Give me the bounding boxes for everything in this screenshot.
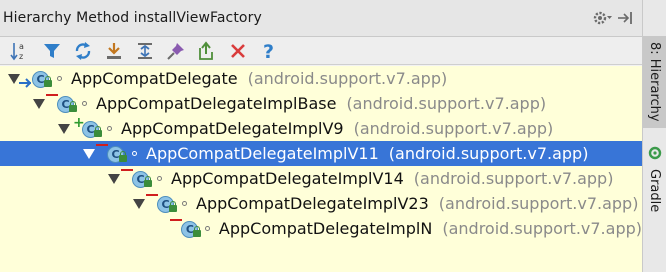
class-name: AppCompatDelegate [71, 69, 238, 88]
lock-icon [169, 200, 177, 212]
help-icon[interactable]: ? [253, 39, 284, 63]
package-name: (android.support.v7.app) [346, 94, 547, 113]
class-name: AppCompatDelegateImplV9 [121, 119, 344, 138]
export-icon[interactable] [191, 39, 222, 63]
visibility-dot-icon [132, 151, 137, 156]
tree-row-appcompatdelegateimplbase[interactable]: C AppCompatDelegateImplBase (android.sup… [0, 91, 642, 116]
tool-window-strip: 8: Hierarchy Gradle [642, 0, 666, 272]
class-name: AppCompatDelegateImplN [218, 219, 433, 238]
class-name: AppCompatDelegateImplV14 [171, 169, 404, 188]
class-icon: C [121, 168, 153, 190]
expand-arrow-icon[interactable] [33, 98, 45, 110]
hierarchy-tree: C AppCompatDelegate (android.support.v7.… [0, 66, 642, 272]
title-actions [592, 8, 636, 28]
package-name: (android.support.v7.app) [247, 69, 448, 88]
minus-marker-icon [46, 93, 58, 96]
lock-icon [44, 75, 52, 87]
tree-row-appcompatdelegate[interactable]: C AppCompatDelegate (android.support.v7.… [0, 66, 642, 91]
filter-icon[interactable] [36, 39, 67, 63]
visibility-dot-icon [182, 201, 187, 206]
visibility-dot-icon [107, 126, 112, 131]
leaf-spacer [158, 223, 169, 235]
package-name: (android.support.v7.app) [388, 144, 589, 163]
class-name: AppCompatDelegateImplBase [96, 94, 337, 113]
visibility-dot-icon [57, 76, 62, 81]
collapse-all-icon[interactable] [129, 39, 160, 63]
expand-arrow-icon[interactable] [108, 173, 120, 185]
package-name: (android.support.v7.app) [353, 119, 554, 138]
expand-arrow-icon[interactable] [133, 198, 145, 210]
svg-text:z: z [19, 52, 23, 61]
class-icon: C [146, 193, 178, 215]
class-name: AppCompatDelegateImplV23 [196, 194, 429, 213]
svg-text:a: a [19, 42, 24, 51]
lock-icon [144, 175, 152, 187]
tab-hierarchy[interactable]: 8: Hierarchy [643, 36, 666, 128]
expand-arrow-icon[interactable] [83, 148, 95, 160]
lock-icon [69, 100, 77, 112]
window-title: Hierarchy Method installViewFactory [3, 10, 262, 26]
visibility-dot-icon [157, 176, 162, 181]
expand-all-icon[interactable] [98, 39, 129, 63]
lock-icon [119, 150, 127, 162]
gradle-icon [648, 146, 662, 165]
title-bar: Hierarchy Method installViewFactory [0, 0, 642, 37]
tree-row-appcompatdelegateimplv23[interactable]: C AppCompatDelegateImplV23 (android.supp… [0, 191, 642, 216]
package-name: (android.support.v7.app) [438, 194, 639, 213]
toolbar: a z ? [0, 37, 642, 65]
sort-alphabetically-icon[interactable]: a z [5, 39, 36, 63]
package-name: (android.support.v7.app) [413, 169, 614, 188]
minus-marker-icon [146, 193, 158, 196]
tab-gradle[interactable]: Gradle [643, 142, 666, 212]
class-icon: C [96, 143, 128, 165]
lock-icon [193, 225, 202, 237]
class-name: AppCompatDelegateImplV11 [146, 144, 379, 163]
package-name: (android.support.v7.app) [442, 219, 642, 238]
minus-marker-icon [121, 168, 133, 171]
minus-marker-icon [96, 143, 108, 146]
tree-row-appcompatdelegateimplv11[interactable]: C AppCompatDelegateImplV11 (android.supp… [0, 141, 642, 166]
tab-hierarchy-label: 8: Hierarchy [647, 42, 662, 122]
lock-icon [94, 125, 102, 137]
arrow-marker-icon [19, 75, 32, 88]
tab-gradle-label: Gradle [647, 169, 662, 213]
refresh-icon[interactable] [67, 39, 98, 63]
class-icon: C [46, 93, 78, 115]
hide-window-icon[interactable] [614, 8, 636, 28]
minus-marker-icon [170, 218, 183, 221]
class-icon: C [170, 218, 202, 240]
expand-arrow-icon[interactable] [58, 123, 70, 135]
close-icon[interactable] [222, 39, 253, 63]
tree-row-appcompatdelegateimplv14[interactable]: C AppCompatDelegateImplV14 (android.supp… [0, 166, 642, 191]
visibility-dot-icon [82, 101, 87, 106]
class-icon: + C [73, 116, 103, 140]
gear-icon[interactable] [592, 8, 614, 28]
pin-icon[interactable] [160, 39, 191, 63]
tree-row-appcompatdelegateimpln[interactable]: C AppCompatDelegateImplN (android.suppor… [0, 216, 642, 241]
class-icon: C [19, 68, 53, 90]
svg-text:?: ? [263, 41, 274, 61]
tree-row-appcompatdelegateimplv9[interactable]: + C AppCompatDelegateImplV9 (android.sup… [0, 116, 642, 141]
visibility-dot-icon [205, 226, 210, 231]
